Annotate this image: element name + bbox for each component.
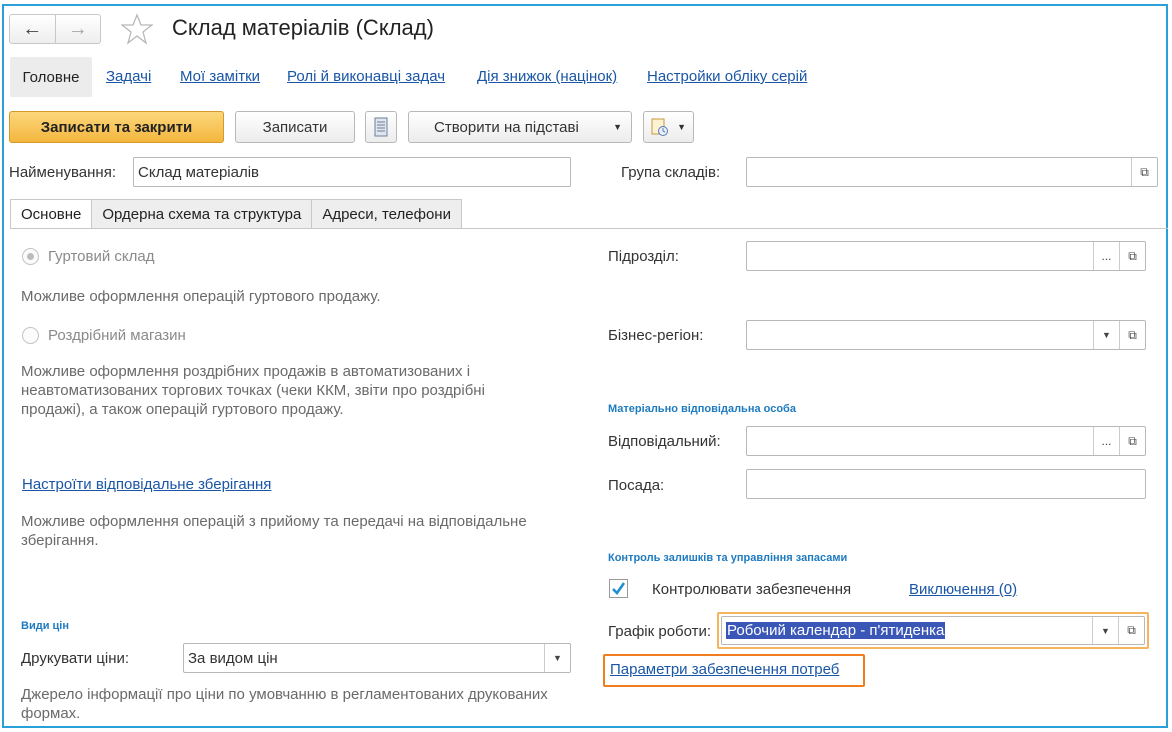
back-arrow-icon[interactable]: ← bbox=[10, 15, 55, 43]
report-icon bbox=[651, 118, 668, 136]
group-field[interactable]: ⧉ bbox=[746, 157, 1158, 187]
open-icon[interactable]: ⧉ bbox=[1118, 617, 1144, 644]
business-region-value bbox=[747, 321, 1093, 349]
ellipsis-icon[interactable]: ... bbox=[1093, 242, 1119, 270]
control-checkbox-label: Контролювати забезпечення bbox=[652, 581, 852, 598]
wholesale-radio[interactable] bbox=[22, 248, 39, 265]
business-region-label: Бізнес-регіон: bbox=[608, 327, 704, 344]
nav-buttons: ← → bbox=[9, 14, 101, 44]
schedule-select[interactable]: Робочий календар - п'ятиденка ▼ ⧉ bbox=[721, 616, 1145, 645]
name-value: Склад матеріалів bbox=[138, 163, 260, 181]
save-button[interactable]: Записати bbox=[235, 111, 355, 143]
stock-section-title: Контроль залишків та управління запасами bbox=[608, 552, 848, 564]
save-and-close-button[interactable]: Записати та закрити bbox=[9, 111, 224, 143]
business-region-select[interactable]: ▼ ⧉ bbox=[746, 320, 1146, 350]
report-menu-button[interactable]: ▼ bbox=[643, 111, 694, 143]
form-title: Склад матеріалів (Склад) bbox=[172, 15, 434, 40]
checkmark-icon bbox=[612, 582, 626, 596]
tab-divider bbox=[10, 228, 1168, 229]
group-value bbox=[747, 158, 1131, 186]
wholesale-radio-label: Гуртовий склад bbox=[48, 248, 155, 265]
group-label: Група складів: bbox=[621, 164, 721, 181]
schedule-value: Робочий календар - п'ятиденка bbox=[726, 622, 946, 639]
custody-settings-link[interactable]: Настроїти відповідальне зберігання bbox=[22, 476, 271, 493]
create-based-on-button[interactable]: Створити на підставі ▼ bbox=[408, 111, 632, 143]
custody-description: Можливе оформлення операцій з прийому та… bbox=[21, 513, 527, 549]
responsible-label: Відповідальний: bbox=[608, 433, 721, 450]
supply-params-link[interactable]: Параметри забезпечення потреб bbox=[610, 661, 839, 678]
print-prices-label: Друкувати ціни: bbox=[21, 650, 130, 667]
tab-main[interactable]: Основне bbox=[10, 199, 93, 229]
prices-description: Джерело інформації про ціни по умовчанню… bbox=[21, 686, 548, 722]
print-prices-select[interactable]: За видом цін ▼ bbox=[183, 643, 571, 673]
ellipsis-icon[interactable]: ... bbox=[1093, 427, 1119, 455]
control-checkbox[interactable] bbox=[609, 579, 628, 598]
section-link-series[interactable]: Настройки обліку серій bbox=[647, 68, 807, 85]
section-link-tasks[interactable]: Задачі bbox=[106, 68, 151, 85]
chevron-down-icon: ▼ bbox=[613, 122, 622, 132]
wholesale-description: Можливе оформлення операцій гуртового пр… bbox=[21, 288, 381, 305]
schedule-label: Графік роботи: bbox=[608, 623, 712, 640]
chevron-down-icon[interactable]: ▼ bbox=[1092, 617, 1118, 644]
open-icon[interactable]: ⧉ bbox=[1119, 242, 1145, 270]
open-icon[interactable]: ⧉ bbox=[1119, 427, 1145, 455]
name-label: Найменування: bbox=[9, 164, 116, 181]
print-prices-value: За видом цін bbox=[188, 649, 278, 667]
mol-section-title: Матеріально відповідальна особа bbox=[608, 403, 796, 415]
chevron-down-icon: ▼ bbox=[677, 122, 686, 132]
division-label: Підрозділ: bbox=[608, 248, 679, 265]
tab-addresses[interactable]: Адреси, телефони bbox=[311, 199, 462, 229]
responsible-field[interactable]: ... ⧉ bbox=[746, 426, 1146, 456]
section-link-roles[interactable]: Ролі й виконавці задач bbox=[287, 68, 445, 85]
chevron-down-icon[interactable]: ▼ bbox=[1093, 321, 1119, 349]
retail-radio[interactable] bbox=[22, 327, 39, 344]
schedule-field-highlight: Робочий календар - п'ятиденка ▼ ⧉ bbox=[717, 612, 1149, 649]
open-icon[interactable]: ⧉ bbox=[1131, 158, 1157, 186]
create-based-on-label: Створити на підставі bbox=[434, 118, 579, 136]
prices-section-title: Види цін bbox=[21, 620, 69, 632]
forward-arrow-icon[interactable]: → bbox=[54, 15, 101, 43]
chevron-down-icon[interactable]: ▼ bbox=[544, 644, 570, 672]
retail-description: Можливе оформлення роздрібних продажів в… bbox=[21, 363, 485, 418]
name-field[interactable]: Склад матеріалів bbox=[133, 157, 571, 187]
form-tabs: Основне Ордерна схема та структура Адрес… bbox=[10, 199, 462, 229]
retail-radio-label: Роздрібний магазин bbox=[48, 327, 186, 344]
tab-order-scheme[interactable]: Ордерна схема та структура bbox=[91, 199, 313, 229]
document-list-icon[interactable] bbox=[365, 111, 397, 143]
section-link-discounts[interactable]: Дія знижок (націнок) bbox=[477, 68, 617, 85]
favorite-star-icon[interactable] bbox=[120, 13, 154, 45]
open-icon[interactable]: ⧉ bbox=[1119, 321, 1145, 349]
section-link-notes[interactable]: Мої замітки bbox=[180, 68, 260, 85]
position-label: Посада: bbox=[608, 477, 665, 494]
position-field[interactable] bbox=[746, 469, 1146, 499]
division-value bbox=[747, 242, 1093, 270]
exclusions-link[interactable]: Виключення (0) bbox=[909, 581, 1017, 598]
responsible-value bbox=[747, 427, 1093, 455]
division-field[interactable]: ... ⧉ bbox=[746, 241, 1146, 271]
position-value bbox=[747, 470, 1145, 498]
section-tab-main[interactable]: Головне bbox=[10, 57, 92, 97]
